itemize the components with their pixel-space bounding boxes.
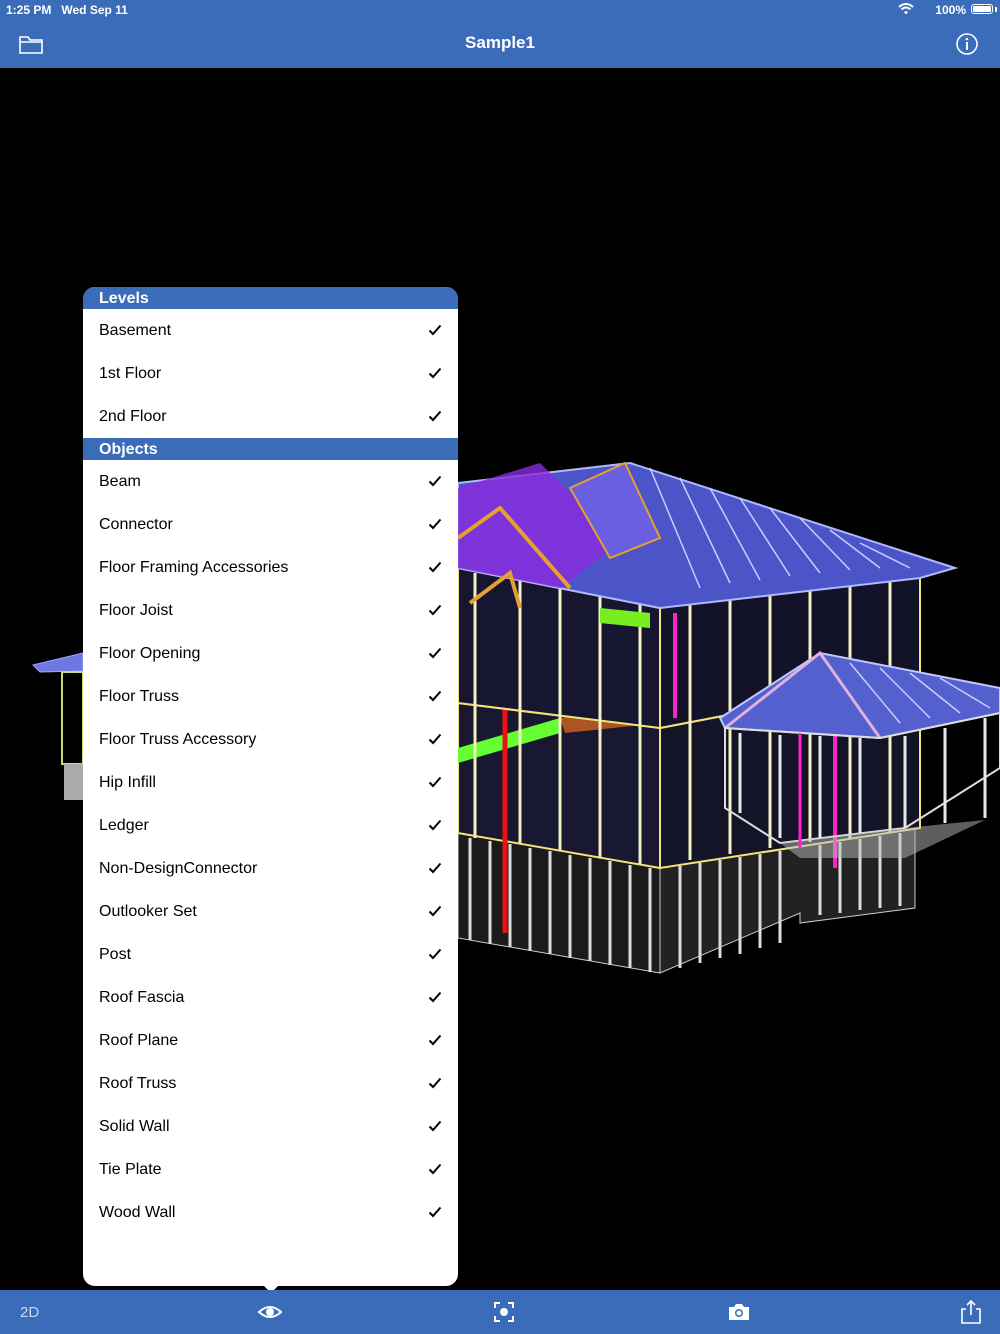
object-item-label: Solid Wall [99,1118,170,1135]
focus-icon[interactable] [491,1299,517,1325]
view-2d-button[interactable]: 2D [20,1304,39,1321]
level-item-label: 1st Floor [99,365,162,382]
object-item-row[interactable]: Floor Framing Accessories [83,546,458,589]
checkmark-icon [428,948,442,960]
object-item-label: Floor Opening [99,645,201,662]
object-item-label: Connector [99,516,173,533]
object-item-label: Floor Truss [99,688,180,705]
object-item-label: Non-DesignConnector [99,860,258,877]
level-item-row[interactable]: Basement [83,309,458,352]
checkmark-icon [428,518,442,530]
object-item-label: Post [99,946,132,963]
checkmark-icon [428,1120,442,1132]
object-item-label: Floor Framing Accessories [99,559,289,576]
checkmark-icon [428,324,442,336]
object-item-row[interactable]: Connector [83,503,458,546]
object-item-row[interactable]: Floor Joist [83,589,458,632]
object-item-label: Roof Fascia [99,989,185,1006]
object-item-label: Roof Truss [99,1075,177,1092]
checkmark-icon [428,647,442,659]
status-date: Wed Sep 11 [61,3,128,17]
checkmark-icon [428,733,442,745]
checkmark-icon [428,905,442,917]
checkmark-icon [428,410,442,422]
camera-icon[interactable] [726,1299,752,1325]
checkmark-icon [428,1034,442,1046]
checkmark-icon [428,475,442,487]
battery-tip [995,7,997,12]
level-item-label: 2nd Floor [99,408,167,425]
object-item-row[interactable]: Ledger [83,804,458,847]
checkmark-icon [428,819,442,831]
object-item-label: Beam [99,473,141,490]
level-item-label: Basement [99,322,172,339]
info-icon[interactable] [954,32,980,56]
checkmark-icon [428,862,442,874]
object-item-row[interactable]: Hip Infill [83,761,458,804]
eye-icon[interactable] [257,1299,283,1325]
object-item-label: Ledger [99,817,149,834]
object-item-label: Outlooker Set [99,903,197,920]
left-wing-model [32,652,84,800]
levels-section-header: Levels [83,287,458,309]
objects-section-header: Objects [83,438,458,460]
object-item-row[interactable]: Roof Fascia [83,976,458,1019]
level-item-row[interactable]: 2nd Floor [83,395,458,438]
levels-list: Basement 1st Floor 2nd Floor [83,309,458,438]
object-item-label: Roof Plane [99,1032,179,1049]
object-item-label: Wood Wall [99,1204,176,1221]
bottom-toolbar: 2D [0,1290,1000,1334]
page-title: Sample1 [465,33,535,52]
object-item-row[interactable]: Roof Plane [83,1019,458,1062]
objects-list: Beam Connector Floor Framing Accessories Fl… [83,460,458,1234]
battery-icon [971,4,993,14]
checkmark-icon [428,367,442,379]
object-item-label: Hip Infill [99,774,156,791]
object-item-row[interactable]: Floor Opening [83,632,458,675]
checkmark-icon [428,991,442,1003]
object-item-row[interactable]: Outlooker Set [83,890,458,933]
object-item-row[interactable]: Solid Wall [83,1105,458,1148]
checkmark-icon [428,604,442,616]
object-item-label: Tie Plate [99,1161,162,1178]
object-item-row[interactable]: Floor Truss [83,675,458,718]
object-item-row[interactable]: Non-DesignConnector [83,847,458,890]
object-item-row[interactable]: Roof Truss [83,1062,458,1105]
level-item-row[interactable]: 1st Floor [83,352,458,395]
checkmark-icon [428,1206,442,1218]
share-icon[interactable] [958,1299,984,1325]
object-item-label: Floor Truss Accessory [99,731,257,748]
checkmark-icon [428,776,442,788]
object-item-row[interactable]: Post [83,933,458,976]
top-bar: 1:25 PM Wed Sep 11 100% Sample1 [0,0,1000,68]
visibility-popover: Levels Basement 1st Floor 2nd Floor Object… [83,287,458,1286]
wifi-icon [898,3,914,15]
object-item-row[interactable]: Beam [83,460,458,503]
status-time: 1:25 PM [6,3,52,17]
object-item-row[interactable]: Tie Plate [83,1148,458,1191]
status-time-date: 1:25 PM Wed Sep 11 [6,3,128,17]
checkmark-icon [428,1077,442,1089]
object-item-row[interactable]: Wood Wall [83,1191,458,1234]
object-item-label: Floor Joist [99,602,173,619]
checkmark-icon [428,690,442,702]
object-item-row[interactable]: Floor Truss Accessory [83,718,458,761]
battery-percent: 100% [935,3,966,17]
checkmark-icon [428,561,442,573]
checkmark-icon [428,1163,442,1175]
